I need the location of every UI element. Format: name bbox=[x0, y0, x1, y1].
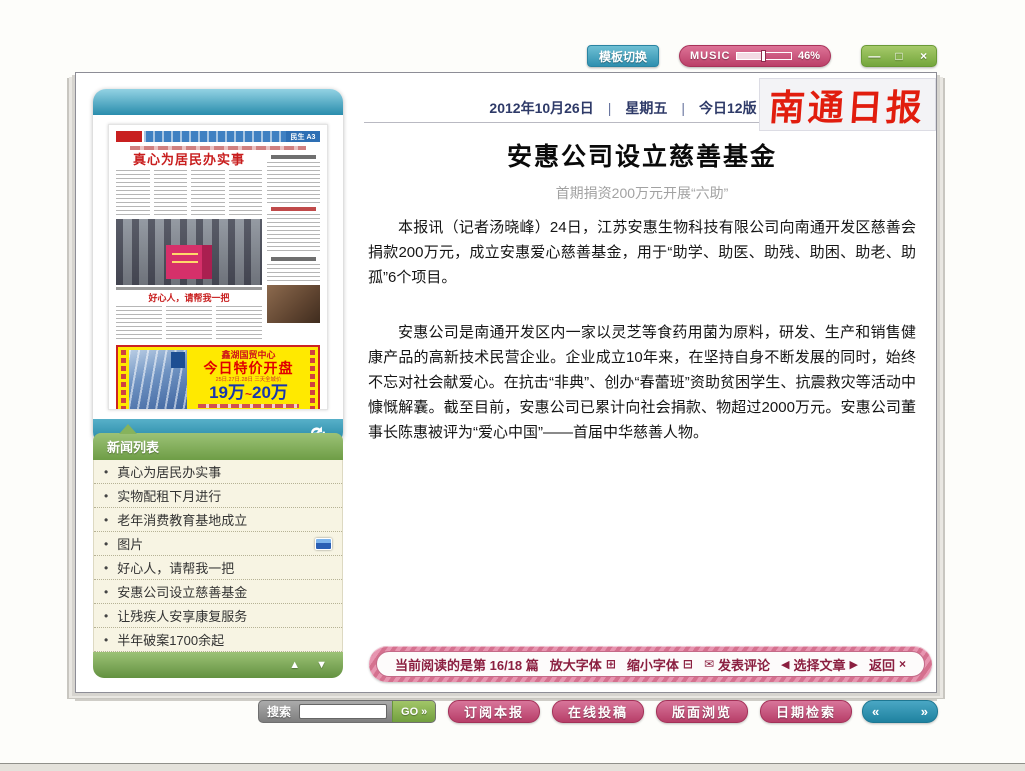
mock-ad-building-photo bbox=[129, 350, 187, 410]
mock-ad-headline: 今日特价开盘 bbox=[190, 361, 307, 376]
bullet-icon: • bbox=[104, 537, 108, 551]
page-browse-button[interactable]: 版面浏览 bbox=[656, 700, 748, 723]
select-article-control: ◀ 选择文章 ▶ bbox=[781, 655, 858, 674]
mock-section-label: 民生 A3 bbox=[286, 131, 320, 142]
newspaper-logo-text: 南通日报 bbox=[768, 79, 928, 131]
pager-prev-icon[interactable]: « bbox=[872, 704, 879, 719]
mock-photo-secondary bbox=[267, 285, 320, 323]
music-slider-fill bbox=[737, 53, 762, 59]
separator: | bbox=[608, 100, 612, 116]
article-subtitle: 首期捐资200万元开展“六助” bbox=[368, 183, 916, 203]
article-content: 安惠公司设立慈善基金 首期捐资200万元开展“六助” 本报讯（记者汤晓峰）24日… bbox=[368, 137, 916, 445]
mock-ad-price: 19万~20万 bbox=[190, 384, 307, 403]
music-player-bar[interactable]: MUSIC 46% bbox=[679, 45, 831, 67]
template-switch-label: 模板切换 bbox=[599, 48, 647, 65]
bullet-icon: • bbox=[104, 513, 108, 527]
edition-text: 今日12版 bbox=[699, 98, 757, 118]
music-label: MUSIC bbox=[690, 50, 730, 62]
mock-masthead: 民生 A3 bbox=[116, 131, 320, 142]
envelope-icon: ✉ bbox=[704, 657, 714, 671]
pager-next-icon[interactable]: » bbox=[921, 704, 928, 719]
reading-page-count: 16/18 bbox=[490, 658, 523, 673]
music-slider-thumb[interactable] bbox=[761, 50, 766, 62]
mock-advertisement: 鑫湖国贸中心 今日特价开盘 25日.27日.28日 三天全城价 19万~20万 … bbox=[116, 345, 320, 410]
close-button[interactable]: × bbox=[911, 49, 936, 63]
search-label: 搜索 bbox=[259, 703, 299, 720]
news-item[interactable]: • 好心人，请帮我一把 bbox=[94, 556, 342, 580]
weekday-text: 星期五 bbox=[625, 98, 667, 118]
zoom-out-text-button[interactable]: 缩小字体 ⊟ bbox=[627, 655, 693, 674]
news-list-footer: ▲ ▼ bbox=[93, 652, 343, 678]
bullet-icon: • bbox=[104, 609, 108, 623]
scroll-down-icon[interactable]: ▼ bbox=[316, 659, 327, 671]
reading-toolbar: 当前阅读的是第 16/18 篇 放大字体 ⊞ 缩小字体 ⊟ ✉ 发表评论 ◀ 选… bbox=[369, 646, 932, 682]
article-title: 安惠公司设立慈善基金 bbox=[368, 137, 916, 173]
news-item[interactable]: • 让残疾人安享康复服务 bbox=[94, 604, 342, 628]
mock-sub-headline: 好心人，请帮我一把 bbox=[116, 292, 262, 304]
news-item-current[interactable]: • 安惠公司设立慈善基金 bbox=[94, 580, 342, 604]
bullet-icon: • bbox=[104, 633, 108, 647]
search-go-button[interactable]: GO » bbox=[392, 700, 435, 723]
thumbnail-panel-header bbox=[93, 89, 343, 115]
news-list-title: 新闻列表 bbox=[107, 437, 159, 456]
select-article-label: 选择文章 bbox=[794, 655, 846, 674]
newspaper-logo: 南通日报 bbox=[759, 78, 936, 131]
mock-masthead-bar bbox=[144, 131, 286, 142]
mock-ad-phone: 0513 8592 8111 bbox=[190, 409, 307, 410]
separator: | bbox=[681, 100, 685, 116]
comment-button[interactable]: ✉ 发表评论 bbox=[704, 655, 770, 674]
music-slider[interactable] bbox=[736, 52, 792, 60]
thumbnail-panel-body: 民生 A3 真心为居民办实事 好心人，请帮我一把 bbox=[93, 115, 343, 419]
news-item[interactable]: • 半年破案1700余起 bbox=[94, 628, 342, 652]
subscribe-button[interactable]: 订阅本报 bbox=[448, 700, 540, 723]
previous-article-icon[interactable]: ◀ bbox=[781, 658, 789, 671]
reading-toolbar-pill: 当前阅读的是第 16/18 篇 放大字体 ⊞ 缩小字体 ⊟ ✉ 发表评论 ◀ 选… bbox=[376, 651, 925, 677]
page-thumbnail-panel: 民生 A3 真心为居民办实事 好心人，请帮我一把 bbox=[93, 89, 343, 445]
article-paragraph: 本报讯（记者汤晓峰）24日，江苏安惠生物科技有限公司向南通开发区慈善会捐款200… bbox=[368, 215, 916, 290]
article-paragraph: 安惠公司是南通开发区内一家以灵芝等食药用菌为原料，研发、生产和销售健康产品的高新… bbox=[368, 320, 916, 445]
template-switch-button[interactable]: 模板切换 bbox=[587, 45, 659, 67]
reading-status: 当前阅读的是第 16/18 篇 bbox=[395, 655, 539, 674]
online-submission-button[interactable]: 在线投稿 bbox=[552, 700, 644, 723]
bottom-strip bbox=[0, 763, 1025, 771]
news-list: • 真心为居民办实事 • 实物配租下月进行 • 老年消费教育基地成立 • 图片 … bbox=[93, 460, 343, 652]
bullet-icon: • bbox=[104, 561, 108, 575]
mock-headline-kicker bbox=[130, 146, 305, 150]
date-text: 2012年10月26日 bbox=[489, 98, 593, 118]
reader-main-panel: 民生 A3 真心为居民办实事 好心人，请帮我一把 bbox=[75, 72, 937, 693]
news-item[interactable]: • 实物配租下月进行 bbox=[94, 484, 342, 508]
back-button[interactable]: 返回 × bbox=[869, 655, 906, 674]
mock-photo-donation-box bbox=[116, 219, 262, 285]
bullet-icon: • bbox=[104, 465, 108, 479]
music-volume-value: 46% bbox=[798, 50, 820, 62]
restore-button[interactable]: □ bbox=[887, 49, 912, 63]
window-controls: — □ × bbox=[861, 45, 937, 67]
scroll-up-icon[interactable]: ▲ bbox=[289, 659, 300, 671]
news-list-panel: 新闻列表 • 真心为居民办实事 • 实物配租下月进行 • 老年消费教育基地成立 … bbox=[93, 433, 343, 678]
close-icon: × bbox=[899, 657, 906, 671]
bullet-icon: • bbox=[104, 489, 108, 503]
bullet-icon: • bbox=[104, 585, 108, 599]
date-search-button[interactable]: 日期检索 bbox=[760, 700, 852, 723]
minimize-button[interactable]: — bbox=[862, 49, 887, 63]
zoom-out-icon: ⊟ bbox=[683, 657, 693, 671]
news-list-notch bbox=[119, 424, 137, 434]
news-item-pictures[interactable]: • 图片 bbox=[94, 532, 342, 556]
news-item[interactable]: • 真心为居民办实事 bbox=[94, 460, 342, 484]
search-bar: 搜索 GO » bbox=[258, 700, 436, 723]
mock-ad-dates: 25日.27日.28日 三天全城价 bbox=[196, 376, 301, 383]
news-item[interactable]: • 老年消费教育基地成立 bbox=[94, 508, 342, 532]
page-pager: « » bbox=[862, 700, 938, 723]
zoom-in-icon: ⊞ bbox=[606, 657, 616, 671]
zoom-in-text-button[interactable]: 放大字体 ⊞ bbox=[550, 655, 616, 674]
next-article-icon[interactable]: ▶ bbox=[850, 658, 858, 671]
search-input[interactable] bbox=[299, 704, 387, 719]
newspaper-page-thumbnail[interactable]: 民生 A3 真心为居民办实事 好心人，请帮我一把 bbox=[108, 124, 328, 410]
mock-masthead-logo bbox=[116, 131, 142, 142]
image-icon bbox=[315, 538, 332, 550]
mock-headline: 真心为居民办实事 bbox=[116, 152, 262, 167]
news-list-header: 新闻列表 bbox=[93, 433, 343, 460]
